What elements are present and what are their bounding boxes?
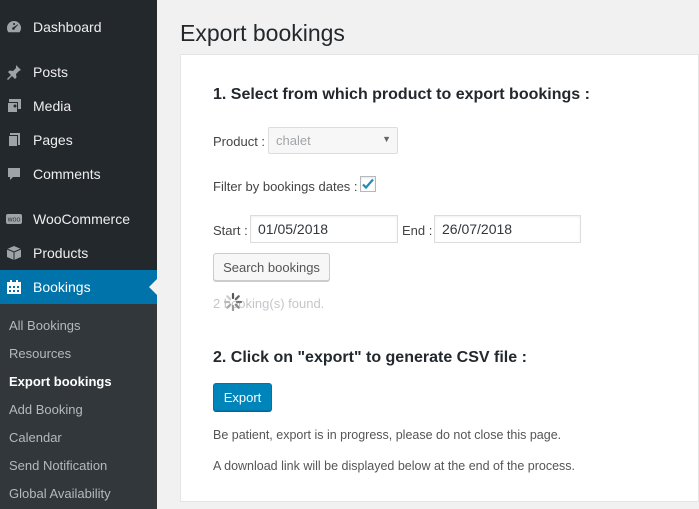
submenu-global-availability[interactable]: Global Availability <box>9 486 111 501</box>
bookings-submenu: All Bookings Resources Export bookings A… <box>0 304 157 509</box>
woocommerce-icon: WOO <box>6 211 22 227</box>
svg-text:WOO: WOO <box>8 218 21 224</box>
start-label: Start : <box>213 223 248 238</box>
step1-heading: 1. Select from which product to export b… <box>213 86 590 103</box>
filter-dates-checkbox[interactable] <box>360 176 376 192</box>
menu-pages[interactable]: Pages <box>0 123 157 157</box>
menu-label: Products <box>33 245 89 261</box>
submenu-export-bookings[interactable]: Export bookings <box>9 374 112 389</box>
admin-sidebar: Dashboard Posts Media Pages Comments WOO… <box>0 0 157 509</box>
menu-label: Comments <box>33 166 101 182</box>
patience-note: Be patient, export is in progress, pleas… <box>213 428 562 442</box>
menu-media[interactable]: Media <box>0 89 157 123</box>
pin-icon <box>6 64 22 80</box>
comment-icon <box>6 166 22 182</box>
media-icon <box>6 98 22 114</box>
download-note: A download link will be displayed below … <box>213 459 576 473</box>
menu-label: Pages <box>33 132 73 148</box>
search-bookings-button[interactable]: Search bookings <box>213 253 330 281</box>
loading-spinner-icon <box>223 292 243 312</box>
menu-label: Posts <box>33 64 69 80</box>
submenu-send-notification[interactable]: Send Notification <box>9 458 107 473</box>
menu-label: Bookings <box>33 279 91 295</box>
dashboard-icon <box>6 19 22 35</box>
menu-dashboard[interactable]: Dashboard <box>0 10 157 44</box>
menu-products[interactable]: Products <box>0 236 157 270</box>
export-button[interactable]: Export <box>213 383 272 411</box>
menu-label: Media <box>33 98 72 114</box>
page-title: Export bookings <box>180 20 345 46</box>
product-label: Product : <box>213 134 266 149</box>
step2-heading: 2. Click on "export" to generate CSV fil… <box>213 349 527 366</box>
chevron-down-icon: ▼ <box>382 134 391 144</box>
export-panel: 1. Select from which product to export b… <box>180 54 699 502</box>
products-icon <box>6 245 22 261</box>
submenu-calendar[interactable]: Calendar <box>9 430 62 445</box>
menu-label: Dashboard <box>33 19 102 35</box>
product-select-value: chalet <box>276 133 311 148</box>
pages-icon <box>6 132 22 148</box>
submenu-all-bookings[interactable]: All Bookings <box>9 318 81 333</box>
menu-label: WooCommerce <box>33 211 130 227</box>
menu-posts[interactable]: Posts <box>0 55 157 89</box>
menu-comments[interactable]: Comments <box>0 157 157 191</box>
calendar-icon <box>6 279 22 295</box>
submenu-add-booking[interactable]: Add Booking <box>9 402 83 417</box>
menu-bookings[interactable]: Bookings <box>0 270 157 304</box>
product-select[interactable]: chalet ▼ <box>268 127 398 154</box>
start-date-input[interactable]: 01/05/2018 <box>250 215 398 243</box>
end-label: End : <box>402 223 433 238</box>
checkmark-icon <box>362 178 374 190</box>
menu-woocommerce[interactable]: WOO WooCommerce <box>0 202 157 236</box>
submenu-resources[interactable]: Resources <box>9 346 71 361</box>
end-date-input[interactable]: 26/07/2018 <box>434 215 581 243</box>
filter-label: Filter by bookings dates : <box>213 179 358 194</box>
